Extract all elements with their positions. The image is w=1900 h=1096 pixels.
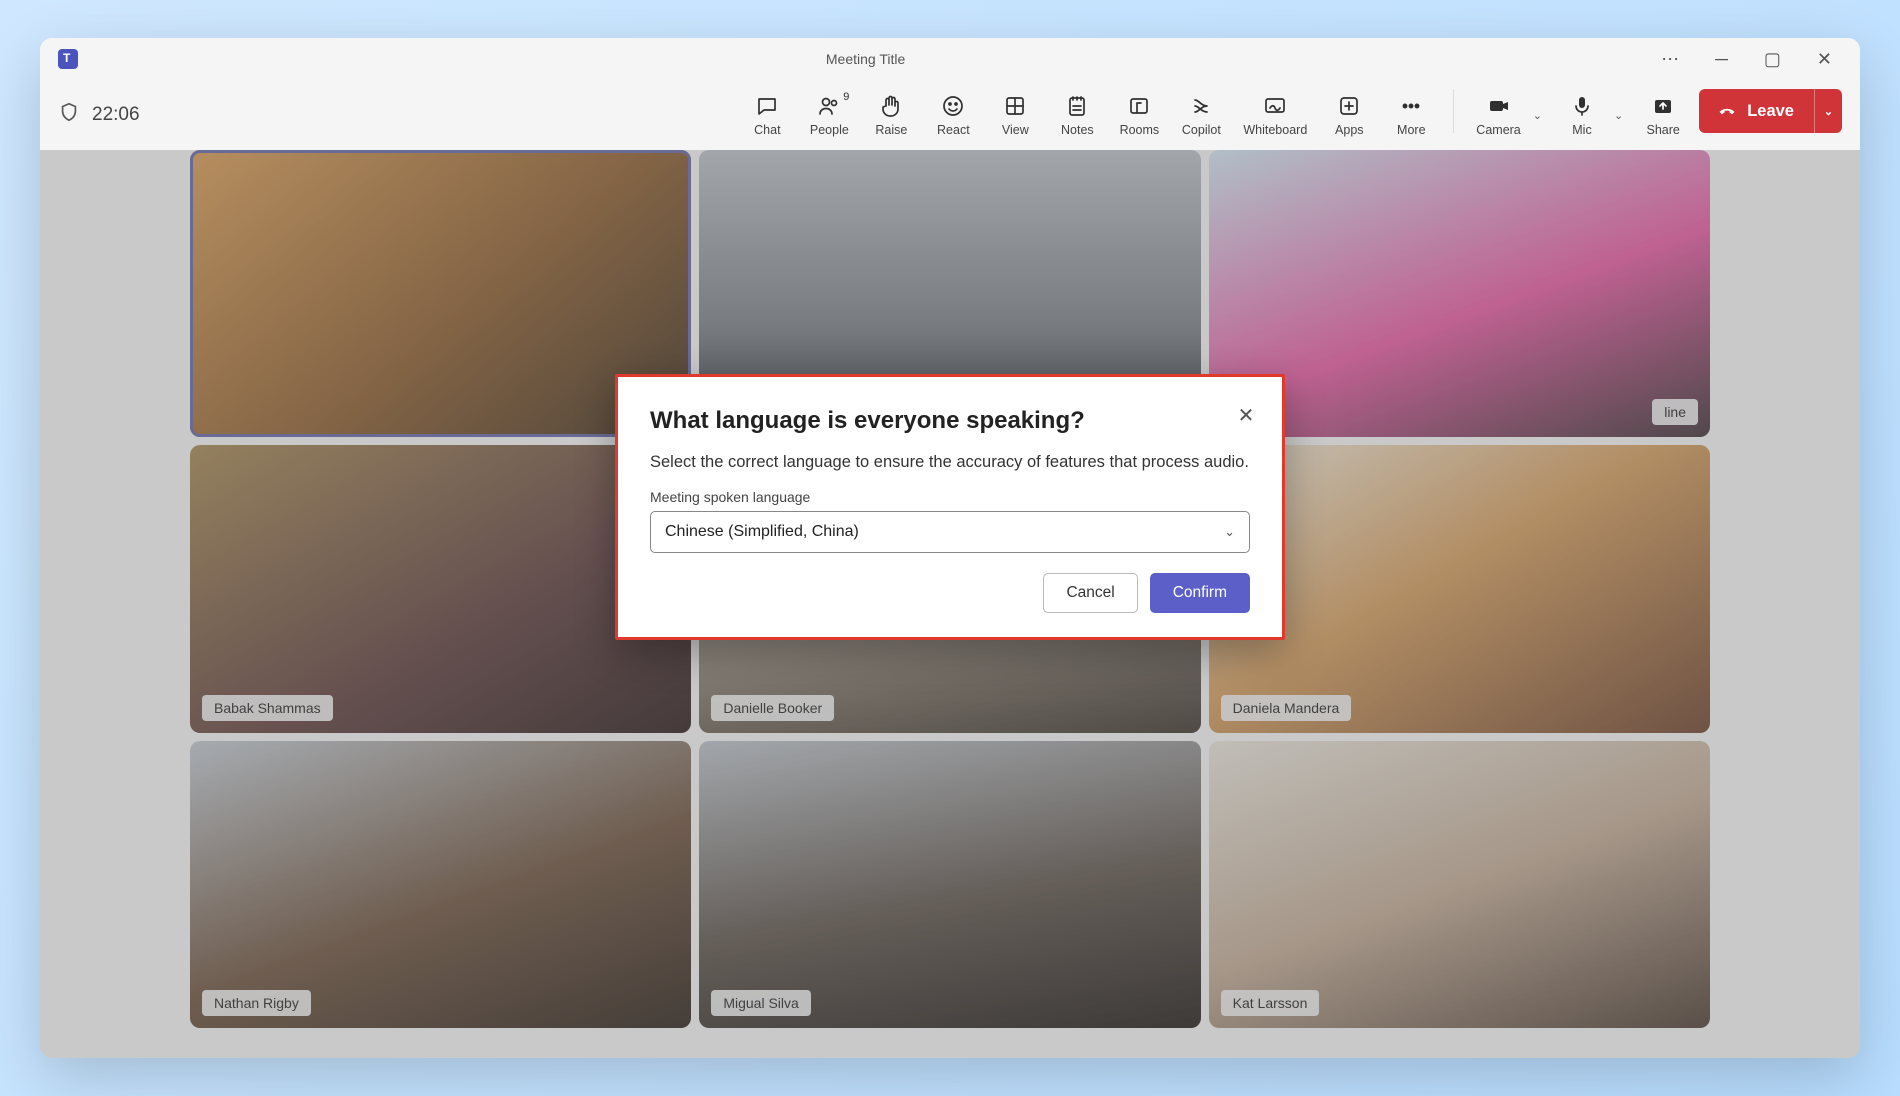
close-icon[interactable]: ✕: [1232, 401, 1260, 429]
camera-button[interactable]: Camera: [1470, 89, 1526, 141]
cancel-button[interactable]: Cancel: [1043, 573, 1137, 613]
participant-name: Migual Silva: [711, 990, 810, 1016]
hangup-icon: [1717, 101, 1737, 121]
copilot-button[interactable]: Copilot: [1175, 89, 1227, 141]
mic-chevron-icon[interactable]: ⌄: [1610, 109, 1627, 122]
copilot-icon: [1188, 93, 1214, 119]
apps-button[interactable]: Apps: [1323, 89, 1375, 141]
more-button[interactable]: More: [1385, 89, 1437, 141]
language-modal: ✕ What language is everyone speaking? Se…: [615, 374, 1285, 640]
participant-name: Nathan Rigby: [202, 990, 311, 1016]
app-window: Meeting Title ⋯ ─ ▢ ✕ 22:06 Chat 9 Peopl…: [40, 38, 1860, 1058]
chat-button[interactable]: Chat: [741, 89, 793, 141]
modal-title: What language is everyone speaking?: [650, 407, 1250, 435]
minimize-icon[interactable]: ─: [1707, 45, 1736, 74]
share-button[interactable]: Share: [1637, 89, 1689, 141]
mic-icon: [1569, 93, 1595, 119]
mic-button[interactable]: Mic: [1556, 89, 1608, 141]
participant-tile[interactable]: Nathan Rigby: [190, 741, 691, 1028]
confirm-button[interactable]: Confirm: [1150, 573, 1250, 613]
camera-icon: [1486, 93, 1512, 119]
selected-language: Chinese (Simplified, China): [665, 523, 859, 541]
maximize-icon[interactable]: ▢: [1756, 45, 1789, 74]
view-icon: [1002, 93, 1028, 119]
participant-name: line: [1652, 399, 1698, 425]
raise-hand-icon: [878, 93, 904, 119]
rooms-icon: [1126, 93, 1152, 119]
toolbar-divider: [1453, 89, 1454, 133]
window-title: Meeting Title: [78, 51, 1653, 67]
participant-name: Danielle Booker: [711, 695, 834, 721]
people-icon: [816, 93, 842, 119]
participant-tile[interactable]: Migual Silva: [699, 741, 1200, 1028]
meeting-toolbar: 22:06 Chat 9 People Raise React: [40, 80, 1860, 150]
more-icon: [1398, 93, 1424, 119]
participant-name: Babak Shammas: [202, 695, 333, 721]
participant-name: Kat Larsson: [1221, 990, 1320, 1016]
teams-logo-icon: [58, 49, 78, 69]
modal-body: Select the correct language to ensure th…: [650, 451, 1250, 475]
participant-name: Daniela Mandera: [1221, 695, 1352, 721]
participant-tile[interactable]: Kat Larsson: [1209, 741, 1710, 1028]
chat-icon: [754, 93, 780, 119]
chevron-down-icon: ⌄: [1224, 524, 1235, 540]
people-button[interactable]: 9 People: [803, 89, 855, 141]
rooms-button[interactable]: Rooms: [1113, 89, 1165, 141]
notes-icon: [1064, 93, 1090, 119]
view-button[interactable]: View: [989, 89, 1041, 141]
people-count: 9: [843, 91, 849, 103]
language-select[interactable]: Chinese (Simplified, China) ⌄: [650, 511, 1250, 553]
meeting-timer: 22:06: [92, 104, 140, 126]
react-icon: [940, 93, 966, 119]
raise-hand-button[interactable]: Raise: [865, 89, 917, 141]
whiteboard-button[interactable]: Whiteboard: [1237, 89, 1313, 141]
field-label: Meeting spoken language: [650, 489, 1250, 505]
camera-chevron-icon[interactable]: ⌄: [1529, 109, 1546, 122]
share-icon: [1650, 93, 1676, 119]
shield-icon[interactable]: [58, 101, 80, 129]
react-button[interactable]: React: [927, 89, 979, 141]
more-options-icon[interactable]: ⋯: [1653, 45, 1687, 74]
leave-button[interactable]: Leave ⌄: [1699, 89, 1842, 133]
close-window-icon[interactable]: ✕: [1809, 45, 1840, 74]
whiteboard-icon: [1262, 93, 1288, 119]
apps-icon: [1336, 93, 1362, 119]
titlebar: Meeting Title ⋯ ─ ▢ ✕: [40, 38, 1860, 80]
leave-chevron-icon[interactable]: ⌄: [1814, 89, 1842, 133]
notes-button[interactable]: Notes: [1051, 89, 1103, 141]
